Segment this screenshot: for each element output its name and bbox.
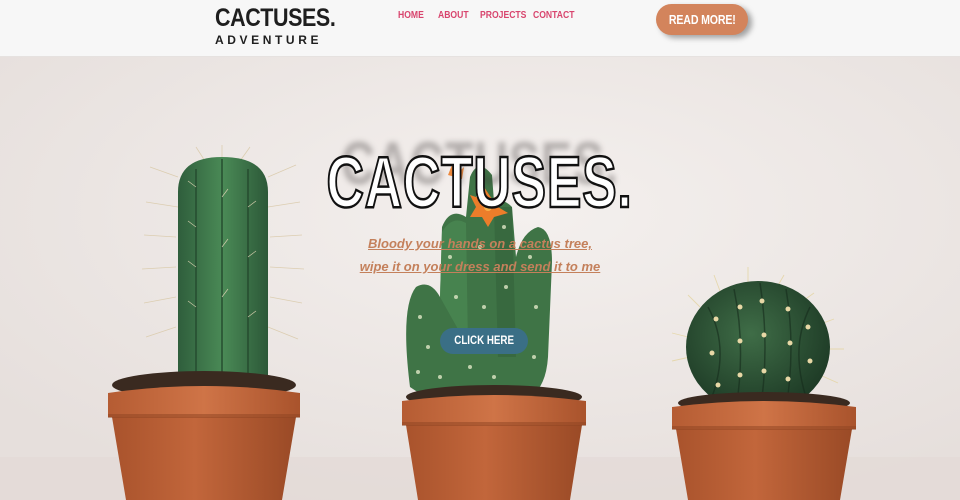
hero-cactus-image (0, 57, 960, 500)
nav-about-link[interactable]: ABOUT (438, 9, 469, 21)
logo[interactable]: CACTUSES. ADVENTURE (215, 4, 336, 47)
hero-quote-line-1: Bloody your hands on a cactus tree, (368, 236, 592, 251)
click-here-button[interactable]: CLICK HERE (440, 328, 528, 354)
hero-quote: Bloody your hands on a cactus tree, wipe… (0, 232, 960, 278)
read-more-button[interactable]: READ MORE! (656, 4, 748, 35)
logo-title: CACTUSES. (215, 4, 336, 32)
hero-quote-line-2: wipe it on your dress and send it to me (359, 259, 601, 274)
logo-subtitle: ADVENTURE (215, 33, 323, 47)
hero-section: CACTUSES. CACTUSES. Bloody your hands on… (0, 57, 960, 500)
middle-pot (402, 385, 586, 500)
nav-projects-link[interactable]: PROJECTS (480, 9, 526, 21)
nav-home-link[interactable]: HOME (398, 9, 424, 21)
left-pot (108, 371, 300, 500)
site-header: CACTUSES. ADVENTURE HOME ABOUT PROJECTS … (0, 0, 960, 57)
click-here-label: CLICK HERE (454, 335, 514, 347)
nav-contact-link[interactable]: CONTACT (533, 9, 574, 21)
read-more-label: READ MORE! (668, 12, 736, 27)
hero-title-text: CACTUSES. (326, 142, 634, 225)
hero-title: CACTUSES. (0, 142, 960, 225)
right-pot (672, 392, 856, 500)
